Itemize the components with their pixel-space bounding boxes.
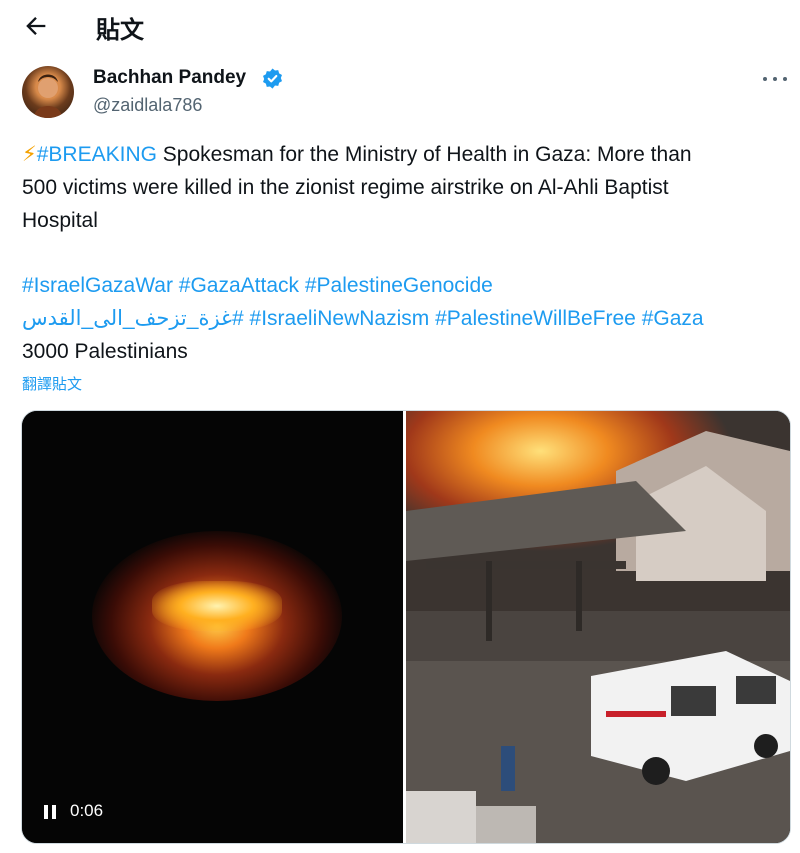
tweet-line-3: Hospital	[22, 209, 98, 232]
hashtag-link[interactable]: #Gaza	[642, 307, 704, 330]
video-player[interactable]: 0:06	[22, 411, 403, 843]
hashtag-link[interactable]: #غزة_تزحف_الى_القدس	[22, 307, 244, 330]
page-title: 貼文	[96, 17, 144, 44]
hashtag-link[interactable]: #BREAKING	[37, 143, 157, 166]
tweet-text: Spokesman for the Ministry of Health in …	[156, 143, 692, 166]
hashtag-link[interactable]: #GazaAttack	[179, 274, 299, 297]
lightning-emoji: ⚡	[22, 143, 37, 166]
tweet-line-last: 3000 Palestinians	[22, 340, 188, 363]
author-name[interactable]: Bachhan Pandey	[93, 67, 246, 89]
top-bar: 貼文	[0, 0, 800, 52]
avatar[interactable]	[22, 66, 74, 118]
hashtag-link[interactable]: #IsraelGazaWar	[22, 274, 173, 297]
back-arrow-icon[interactable]	[22, 12, 50, 40]
pause-icon[interactable]	[44, 805, 58, 819]
verified-badge-icon	[261, 67, 284, 90]
hashtag-row-1: #IsraelGazaWar #GazaAttack #PalestineGen…	[22, 274, 493, 298]
video-timestamp: 0:06	[70, 801, 104, 820]
hashtag-link[interactable]: #PalestineWillBeFree	[435, 307, 636, 330]
media-grid: 0:06	[21, 410, 791, 844]
author-handle[interactable]: @zaidlala786	[93, 95, 202, 116]
translate-post-link[interactable]: 翻譯貼文	[22, 373, 82, 394]
video-fire-core	[152, 581, 282, 631]
photo-image[interactable]	[406, 411, 790, 843]
hashtag-row-2: #غزة_تزحف_الى_القدس #IsraeliNewNazism #P…	[22, 307, 704, 331]
tweet-line-1: ⚡#BREAKING Spokesman for the Ministry of…	[22, 143, 692, 167]
more-options-icon[interactable]	[760, 68, 790, 90]
hashtag-link[interactable]: #PalestineGenocide	[305, 274, 493, 297]
tweet-line-2: 500 victims were killed in the zionist r…	[22, 176, 669, 199]
hashtag-link[interactable]: #IsraeliNewNazism	[250, 307, 430, 330]
